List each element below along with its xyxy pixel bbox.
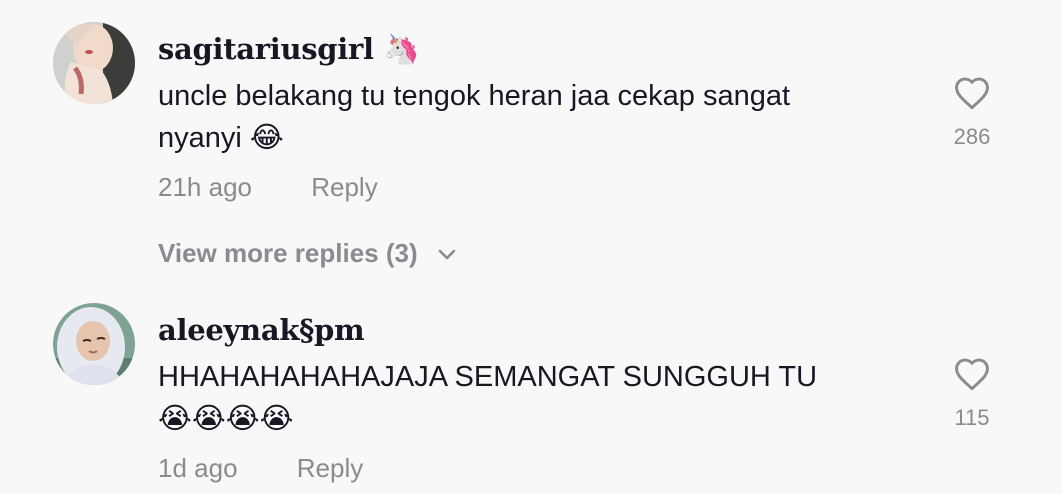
username-text: aleeynak§pm (158, 313, 365, 347)
timestamp: 1d ago (158, 453, 238, 483)
comments-panel: sagitariusgirl 🦄 uncle belakang tu tengo… (0, 0, 1062, 494)
like-control: 115 (932, 357, 1012, 431)
chevron-down-icon (438, 249, 456, 260)
like-control: 286 (932, 76, 1012, 150)
reply-button[interactable]: Reply (297, 453, 363, 483)
avatar[interactable] (53, 22, 135, 104)
unicorn-emoji-icon: 🦄 (383, 32, 420, 66)
username[interactable]: sagitariusgirl 🦄 (158, 32, 420, 67)
avatar[interactable] (53, 303, 135, 385)
username[interactable]: aleeynak§pm (158, 313, 365, 347)
heart-outline-icon[interactable] (953, 76, 991, 110)
comment-text-line-1: uncle belakang tu tengok heran jaa cekap… (158, 80, 791, 112)
tears-of-joy-emoji-icon: 😂 (249, 122, 284, 154)
comment-text-line-1: HHAHAHAHAHAJAJA SEMANGAT SUNGGUH TU (158, 361, 818, 393)
timestamp: 21h ago (158, 172, 252, 202)
comment-meta: 1d ago Reply (158, 453, 363, 484)
loudly-crying-emoji-icon: 😭😭😭😭 (158, 403, 294, 435)
username-text: sagitariusgirl (158, 32, 374, 66)
comment-meta: 21h ago Reply (158, 172, 378, 203)
view-more-replies-label: View more replies (3) (158, 238, 418, 268)
comment-text: uncle belakang tu tengok heran jaa cekap… (158, 75, 918, 159)
like-count: 115 (954, 405, 990, 430)
comment-text-line-2: nyanyi (158, 122, 242, 154)
view-more-replies-button[interactable]: View more replies (3) (158, 238, 457, 269)
heart-outline-icon[interactable] (953, 357, 991, 391)
reply-button[interactable]: Reply (311, 172, 377, 202)
like-count: 286 (953, 124, 991, 149)
comment-text: HHAHAHAHAHAJAJA SEMANGAT SUNGGUH TU 😭😭😭😭 (158, 356, 918, 440)
